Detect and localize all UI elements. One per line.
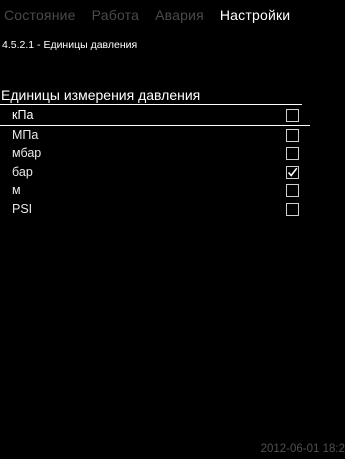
tab-status[interactable]: Состояние <box>4 7 76 23</box>
pressure-units-list: кПа МПа мбар бар м PSI <box>0 106 310 218</box>
option-label: МПа <box>12 127 39 142</box>
option-label: мбар <box>12 146 42 160</box>
option-row-psi[interactable]: PSI <box>0 200 310 219</box>
option-label: м <box>12 183 21 197</box>
option-row-mpa[interactable]: МПа <box>0 126 310 145</box>
checkbox[interactable] <box>286 202 299 216</box>
section-divider <box>0 104 302 105</box>
tab-settings[interactable]: Настройки <box>220 7 290 23</box>
option-row-mbar[interactable]: мбар <box>0 144 310 163</box>
tab-operation[interactable]: Работа <box>92 7 139 23</box>
breadcrumb: 4.5.2.1 - Единицы давления <box>2 39 138 51</box>
tab-alarm[interactable]: Авария <box>155 7 204 23</box>
option-row-bar[interactable]: бар <box>0 163 310 182</box>
timestamp: 2012-06-01 18:2 <box>260 443 345 455</box>
option-row-kpa[interactable]: кПа <box>0 106 310 126</box>
checkbox[interactable] <box>286 128 299 142</box>
option-label: PSI <box>12 201 33 216</box>
checkbox[interactable] <box>286 165 299 179</box>
tab-bar: Состояние Работа Авария Настройки <box>0 0 345 30</box>
checkbox[interactable] <box>286 109 299 122</box>
checkbox[interactable] <box>286 147 299 160</box>
option-label: кПа <box>12 108 34 122</box>
section-title: Единицы измерения давления <box>1 87 201 103</box>
checkmark-icon <box>287 167 298 177</box>
option-row-m[interactable]: м <box>0 181 310 200</box>
option-label: бар <box>12 164 33 179</box>
checkbox[interactable] <box>286 184 299 197</box>
